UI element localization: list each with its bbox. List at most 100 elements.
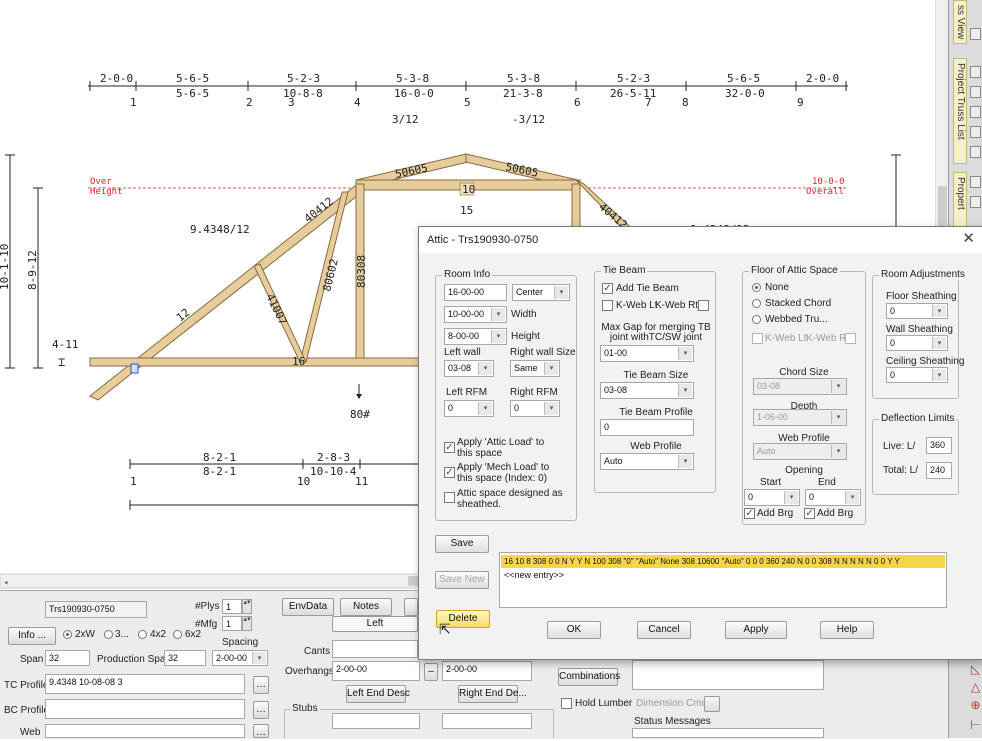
attic-entry-selected[interactable]: 16 10 8 308 0 0 N Y Y N 100 308 "0" "Aut… bbox=[501, 555, 945, 568]
attic-load-label: Apply 'Attic Load' to this space bbox=[457, 437, 545, 459]
left-wall-combo[interactable]: 03-08 ▾ bbox=[444, 360, 494, 377]
bc-profile-button[interactable]: … bbox=[253, 701, 269, 719]
status-combo[interactable] bbox=[632, 660, 824, 690]
production-span-input[interactable]: 32 bbox=[164, 650, 206, 666]
add-brg-end-checkbox[interactable]: ✓ bbox=[804, 508, 815, 519]
envdata-button[interactable]: EnvData bbox=[282, 598, 334, 616]
attic-entry-new[interactable]: <<new entry>> bbox=[504, 569, 564, 582]
cancel-button[interactable]: Cancel bbox=[637, 621, 691, 639]
toolbar-pencil-icon[interactable] bbox=[970, 86, 981, 98]
live-input[interactable]: 360 bbox=[926, 437, 952, 454]
stub-right-input[interactable] bbox=[442, 713, 532, 729]
right-rfm-combo[interactable]: 0 ▾ bbox=[510, 400, 560, 417]
info-button[interactable]: Info ... bbox=[8, 627, 56, 645]
radio-3[interactable] bbox=[104, 630, 113, 639]
overhang-right-input[interactable]: 2-00-00 bbox=[442, 661, 532, 681]
tie-beam-size-combo[interactable]: 03-08 ▾ bbox=[600, 382, 694, 399]
left-rfm-combo[interactable]: 0 ▾ bbox=[444, 400, 494, 417]
stub-left-input[interactable] bbox=[332, 713, 420, 729]
opening-end-combo[interactable]: 0 ▾ bbox=[805, 489, 861, 506]
floor-none-radio[interactable] bbox=[752, 283, 761, 292]
left-end-desc-button[interactable]: Left End Desc bbox=[346, 685, 410, 703]
bc-profile-input[interactable] bbox=[45, 699, 245, 719]
web-button[interactable]: … bbox=[253, 724, 269, 738]
toolbar-slash-icon[interactable] bbox=[970, 146, 981, 158]
floor-web-profile-combo[interactable]: Auto ▾ bbox=[753, 443, 847, 460]
save-button[interactable]: Save bbox=[435, 535, 489, 553]
plys-spinner[interactable]: ▴▾ bbox=[242, 599, 252, 614]
opening-start-combo[interactable]: 0 ▾ bbox=[744, 489, 800, 506]
tie-beam-profile-input[interactable]: 0 bbox=[600, 419, 694, 436]
floor-webbed-radio[interactable] bbox=[752, 315, 761, 324]
floor-stacked-radio[interactable] bbox=[752, 299, 761, 308]
room-height-combo[interactable]: 8-00-00 ▾ bbox=[444, 328, 507, 345]
extra-button[interactable] bbox=[404, 598, 418, 616]
dimension-cmds-button[interactable] bbox=[704, 696, 720, 712]
room-width-combo[interactable]: 10-00-00 ▾ bbox=[444, 306, 507, 323]
toolbar-angle-icon[interactable] bbox=[970, 126, 981, 138]
floor-kweb-rt-checkbox[interactable] bbox=[845, 333, 856, 344]
radio-6x2[interactable] bbox=[173, 630, 182, 639]
ok-button[interactable]: OK bbox=[547, 621, 601, 639]
mfg-spinner[interactable]: ▴▾ bbox=[242, 616, 252, 631]
toolbar-line-icon[interactable] bbox=[970, 106, 981, 118]
right-wall-combo[interactable]: Same ▾ bbox=[510, 360, 560, 377]
web-input[interactable] bbox=[45, 724, 245, 738]
toolbar-grid-icon[interactable] bbox=[970, 28, 981, 40]
total-input[interactable]: 240 bbox=[926, 462, 952, 479]
attic-entries-list[interactable]: 16 10 8 308 0 0 N Y Y N 100 308 "0" "Aut… bbox=[499, 552, 947, 608]
combinations-button[interactable]: Combinations bbox=[558, 668, 620, 686]
truss-name-field[interactable]: Trs190930-0750 bbox=[45, 601, 147, 618]
mech-load-checkbox[interactable]: ✓ bbox=[444, 467, 455, 478]
toolbar-pen-icon[interactable] bbox=[970, 66, 981, 78]
radio-4x2[interactable] bbox=[138, 630, 147, 639]
ceiling-sheathing-combo[interactable]: 0 ▾ bbox=[886, 367, 948, 383]
notes-button[interactable]: Notes bbox=[340, 598, 392, 616]
span-input[interactable]: 32 bbox=[45, 650, 90, 666]
tc-profile-button[interactable]: … bbox=[253, 676, 269, 694]
tie-beam-title: Tie Beam bbox=[601, 265, 648, 276]
tb-web-profile-combo[interactable]: Auto ▾ bbox=[600, 453, 694, 470]
help-button[interactable]: Help bbox=[820, 621, 874, 639]
room-height-position-input[interactable]: 16-00-00 bbox=[444, 284, 507, 301]
tc-profile-input[interactable]: 9.4348 10-08-08 3 bbox=[45, 674, 245, 694]
right-end-desc-button[interactable]: Right End De... bbox=[458, 685, 527, 703]
wall-sheathing-combo[interactable]: 0 ▾ bbox=[886, 335, 948, 351]
red-triangle-icon[interactable]: △ bbox=[969, 678, 982, 696]
close-icon[interactable]: ✕ bbox=[962, 231, 975, 247]
save-new-button[interactable]: Save New bbox=[435, 571, 489, 589]
dialog-title-bar[interactable]: Attic - Trs190930-0750 bbox=[419, 227, 982, 253]
sheathed-checkbox[interactable] bbox=[444, 492, 455, 503]
add-tie-beam-checkbox[interactable]: ✓ bbox=[602, 283, 613, 294]
tb-kweb-lt-checkbox[interactable] bbox=[602, 300, 613, 311]
apply-button[interactable]: Apply bbox=[725, 621, 787, 639]
cants-input[interactable] bbox=[332, 640, 418, 658]
tab-left[interactable]: Left bbox=[332, 616, 418, 632]
floor-kweb-lt-checkbox[interactable] bbox=[752, 333, 763, 344]
tab-truss-view[interactable]: ss View bbox=[953, 0, 967, 44]
red-corner-icon[interactable]: ◺ bbox=[969, 660, 982, 678]
overhang-left-input[interactable]: 2-00-00 bbox=[332, 661, 420, 681]
spacing-combo[interactable]: 2-00-00 ▾ bbox=[212, 650, 268, 666]
scroll-left-icon[interactable]: ◂ bbox=[3, 578, 8, 588]
tb-kweb-rt-checkbox[interactable] bbox=[698, 300, 709, 311]
red-target-icon[interactable]: ⊕ bbox=[969, 696, 982, 714]
toolbar-diagonal-icon[interactable] bbox=[970, 196, 981, 208]
attic-load-checkbox[interactable]: ✓ bbox=[444, 442, 455, 453]
mfg-input[interactable]: 1 bbox=[222, 616, 242, 631]
toolbar-brace-icon[interactable] bbox=[970, 176, 981, 188]
tab-properties[interactable]: Propert bbox=[953, 172, 967, 234]
red-bracket-icon[interactable]: ⊢ bbox=[969, 716, 982, 734]
overhang-left-button[interactable]: – bbox=[424, 663, 438, 681]
floor-sheathing-combo[interactable]: 0 ▾ bbox=[886, 303, 948, 319]
max-gap-combo[interactable]: 01-00 ▾ bbox=[600, 345, 694, 362]
chord-size-combo[interactable]: 03-08 ▾ bbox=[753, 378, 847, 395]
radio-2xw[interactable] bbox=[63, 630, 72, 639]
tab-project-truss-list[interactable]: Project Truss List bbox=[953, 58, 967, 164]
add-brg-start-checkbox[interactable]: ✓ bbox=[744, 508, 755, 519]
room-position-combo[interactable]: Center ▾ bbox=[512, 284, 570, 301]
plys-input[interactable]: 1 bbox=[222, 599, 242, 614]
hold-lumber-checkbox[interactable] bbox=[561, 698, 572, 709]
depth-combo[interactable]: 1-06-00 ▾ bbox=[753, 409, 847, 426]
bearing-icon[interactable] bbox=[130, 363, 139, 374]
